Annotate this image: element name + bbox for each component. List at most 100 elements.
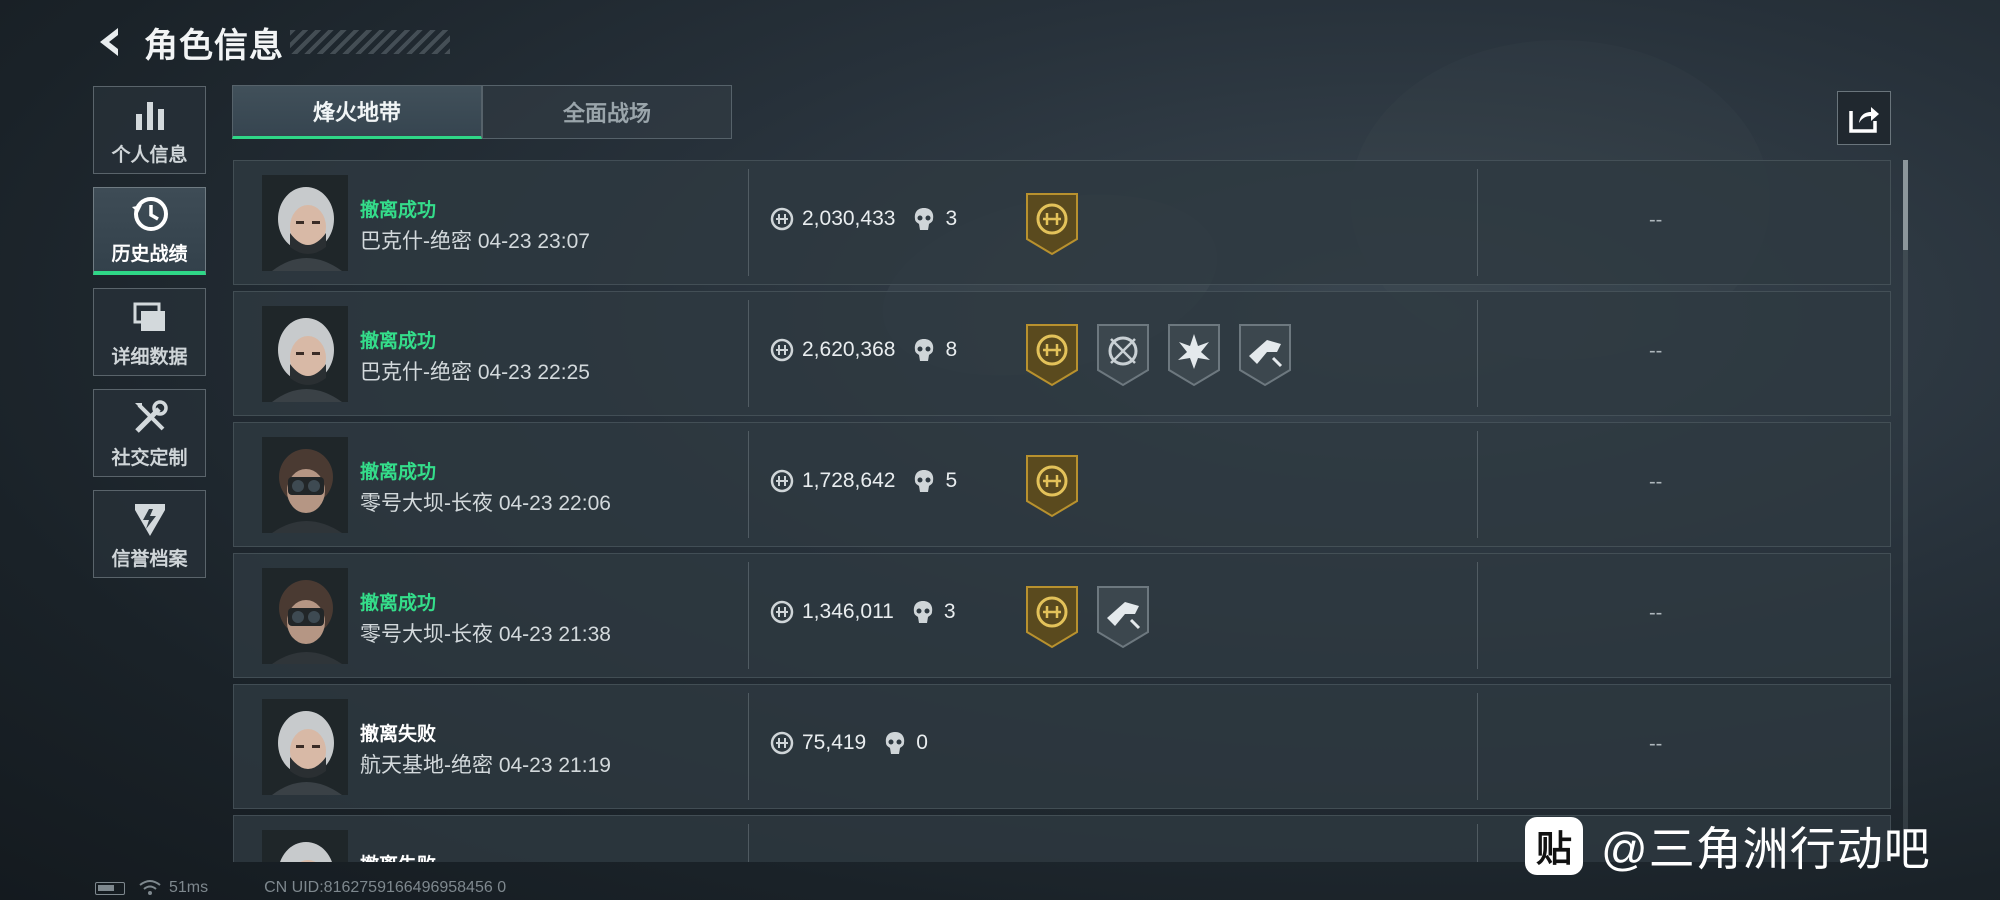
match-row[interactable]: 撤离成功 巴克什-绝密 04-23 23:07 2,030,433 3 -- (233, 160, 1891, 285)
skull-icon (915, 470, 934, 492)
badge-list (1024, 191, 1095, 257)
skull-icon (915, 208, 934, 230)
extraction-result: 撤离失败 (360, 724, 437, 745)
watermark: 贴 @三角洲行动吧 (1525, 817, 1931, 875)
match-stats: 1,728,642 5 (770, 469, 957, 493)
divider (748, 693, 749, 800)
coin-icon (770, 469, 794, 493)
loot-value: 75,419 (802, 731, 867, 754)
weapon-badge-icon[interactable] (1095, 584, 1151, 650)
gold-coin-badge-icon[interactable] (1024, 584, 1080, 650)
share-icon (1849, 107, 1879, 133)
tab-haavk-zone[interactable]: 烽火地带 (232, 85, 482, 139)
kill-count: 3 (945, 207, 958, 230)
extra-stat: -- (1649, 340, 1663, 362)
explosion-badge-icon[interactable] (1166, 322, 1222, 388)
match-stats: 2,030,433 3 (770, 207, 957, 231)
battery-icon (95, 881, 125, 895)
sidebar-item-label: 信誉档案 (111, 548, 188, 570)
loot-value: 1,346,011 (802, 600, 894, 623)
extraction-result: 撤离成功 (360, 331, 437, 352)
scroll-thumb[interactable] (1903, 160, 1908, 250)
tools-icon (134, 399, 168, 433)
extra-stat: -- (1649, 471, 1663, 493)
loot-value: 1,728,642 (802, 469, 896, 492)
divider (1477, 169, 1478, 276)
divider (1477, 562, 1478, 669)
uid-text: CN UID:8162759166496958456 0 (264, 879, 507, 896)
sidebar-item-label: 历史战绩 (111, 244, 188, 265)
divider (748, 300, 749, 407)
sidebar-item-detailed-data[interactable]: 详细数据 (93, 288, 206, 376)
match-row[interactable]: 撤离成功 零号大坝-长夜 04-23 21:38 1,346,011 3 -- (233, 553, 1891, 678)
bar-chart-icon (135, 101, 164, 130)
coin-icon (770, 338, 794, 362)
sidebar-item-reputation[interactable]: 信誉档案 (93, 490, 206, 578)
divider (1477, 693, 1478, 800)
coin-icon (770, 600, 794, 624)
sidebar-item-label: 社交定制 (111, 447, 188, 469)
nightvision-operator-avatar (262, 568, 348, 664)
match-row[interactable]: 撤离成功 巴克什-绝密 04-23 22:25 2,620,368 8 -- (233, 291, 1891, 416)
share-button[interactable] (1837, 91, 1891, 145)
wifi-icon (139, 880, 161, 895)
sidebar: 个人信息 历史战绩 详细数据 社交定制 信誉档案 (93, 86, 208, 591)
skull-icon (886, 732, 905, 754)
kill-count: 5 (945, 469, 958, 492)
gold-coin-badge-icon[interactable] (1024, 191, 1080, 257)
map-and-time: 零号大坝-长夜 04-23 21:38 (360, 623, 611, 646)
tieba-logo: 贴 (1525, 817, 1583, 875)
extraction-result: 撤离失败 (360, 850, 436, 862)
divider (1477, 300, 1478, 407)
gold-coin-badge-icon[interactable] (1024, 453, 1080, 519)
tab-full-battlefield[interactable]: 全面战场 (482, 85, 732, 139)
coin-icon (770, 207, 794, 231)
sidebar-item-label: 个人信息 (111, 144, 188, 166)
match-stats: 75,419 0 (770, 731, 928, 755)
badge-list (1024, 584, 1166, 650)
list-scrollbar[interactable] (1903, 160, 1908, 860)
sidebar-item-match-history[interactable]: 历史战绩 (93, 187, 206, 275)
divider (748, 169, 749, 276)
sidebar-item-personal-info[interactable]: 个人信息 (93, 86, 206, 174)
divider (1477, 431, 1478, 538)
match-history-list[interactable]: 撤离成功 巴克什-绝密 04-23 23:07 2,030,433 3 -- 撤… (233, 160, 1893, 862)
badge-list (1024, 322, 1308, 388)
page-title: 角色信息 (144, 26, 284, 65)
extraction-result: 撤离成功 (360, 462, 437, 483)
sidebar-item-social[interactable]: 社交定制 (93, 389, 206, 477)
female-operator-avatar (262, 306, 348, 402)
shield-emblem-icon (134, 503, 165, 536)
mode-tabs: 烽火地带 全面战场 (232, 85, 732, 139)
sidebar-item-label: 详细数据 (111, 346, 188, 368)
extraction-result: 撤离成功 (360, 593, 437, 614)
divider (1477, 824, 1478, 862)
match-stats: 2,620,368 8 (770, 338, 957, 362)
loot-value: 2,030,433 (802, 207, 896, 230)
badge-list (1024, 453, 1095, 519)
status-bar: 51ms CN UID:8162759166496958456 0 (95, 878, 506, 898)
page-header: 角色信息 (92, 20, 450, 65)
watermark-text: @三角洲行动吧 (1601, 823, 1931, 875)
gold-coin-badge-icon[interactable] (1024, 322, 1080, 388)
extra-stat: -- (1649, 602, 1663, 624)
extra-stat: -- (1649, 209, 1663, 231)
crosshair-badge-icon[interactable] (1095, 322, 1151, 388)
history-clock-icon (131, 197, 168, 231)
match-row[interactable]: 撤离成功 零号大坝-长夜 04-23 22:06 1,728,642 5 -- (233, 422, 1891, 547)
kill-count: 0 (916, 731, 928, 754)
weapon-badge-icon[interactable] (1237, 322, 1293, 388)
map-and-time: 巴克什-绝密 04-23 23:07 (360, 230, 590, 253)
female-operator-avatar (262, 699, 348, 795)
kill-count: 8 (945, 338, 958, 361)
ping-text: 51ms (169, 879, 209, 896)
skull-icon (915, 339, 934, 361)
female-operator-avatar (262, 175, 348, 271)
kill-count: 3 (943, 600, 956, 623)
map-and-time: 巴克什-绝密 04-23 22:25 (360, 361, 590, 384)
female-operator-avatar (262, 830, 348, 862)
map-and-time: 零号大坝-长夜 04-23 22:06 (360, 492, 611, 515)
extra-stat: -- (1649, 733, 1663, 755)
match-row[interactable]: 撤离失败 航天基地-绝密 04-23 21:19 75,419 0 -- (233, 684, 1891, 809)
back-arrow-icon[interactable] (92, 24, 128, 60)
